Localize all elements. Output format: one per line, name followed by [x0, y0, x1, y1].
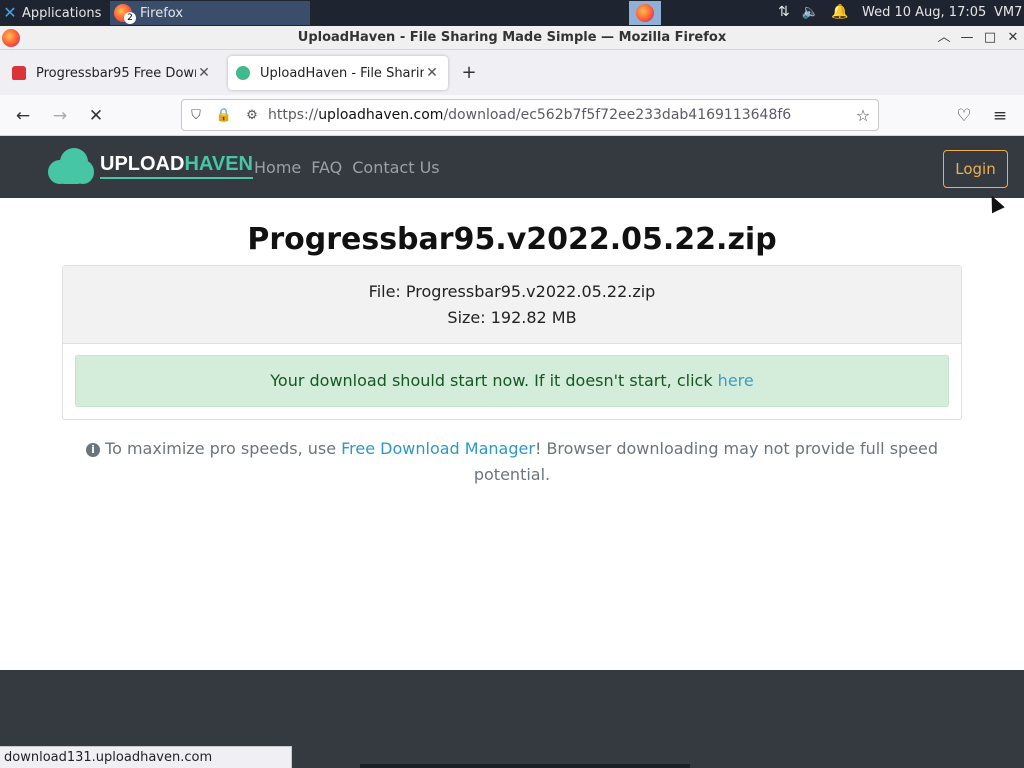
clock[interactable]: Wed 10 Aug, 17:05: [862, 5, 986, 20]
close-tab-icon[interactable]: ✕: [424, 65, 440, 81]
stop-loading-icon[interactable]: ✕: [83, 103, 109, 129]
maximize-icon[interactable]: □: [980, 28, 1000, 48]
nav-home-link[interactable]: Home: [254, 158, 301, 177]
applications-label: Applications: [22, 5, 102, 21]
volume-icon[interactable]: 🔈: [802, 4, 819, 20]
site-header: UPLOADHAVEN Home FAQ Contact Us Login: [0, 136, 1024, 198]
shade-window-icon[interactable]: ︿: [934, 28, 954, 48]
web-page: UPLOADHAVEN Home FAQ Contact Us Login Pr…: [0, 136, 1024, 768]
window-count-badge: 2: [124, 12, 136, 24]
tab-label: Progressbar95 Free Download: [36, 65, 196, 81]
close-tab-icon[interactable]: ✕: [196, 65, 212, 81]
desktop-taskbar: ✕ Applications 2 Firefox ⇅ 🔈 🔔 Wed 10 Au…: [0, 0, 1024, 26]
download-alert: Your download should start now. If it do…: [75, 355, 949, 407]
footer-divider: [360, 764, 690, 768]
download-here-link[interactable]: here: [718, 371, 754, 390]
nav-contact-link[interactable]: Contact Us: [352, 158, 439, 177]
firefox-icon: 2: [114, 4, 136, 24]
system-tray: ⇅ 🔈 🔔: [778, 4, 849, 20]
lock-favicon-icon: [12, 66, 26, 80]
window-title: UploadHaven - File Sharing Made Simple —…: [297, 30, 727, 45]
cloud-logo-icon: [46, 146, 94, 186]
pocket-icon[interactable]: ♡: [951, 103, 977, 129]
alert-text: Your download should start now. If it do…: [270, 371, 718, 390]
tab-uploadhaven[interactable]: UploadHaven - File Sharing Made Simple ✕: [228, 56, 448, 90]
bookmark-star-icon[interactable]: ☆: [848, 106, 878, 125]
tab-strip: Progressbar95 Free Download ✕ UploadHave…: [0, 50, 1024, 95]
forward-icon[interactable]: →: [47, 103, 73, 129]
file-name-line: File: Progressbar95.v2022.05.22.zip: [368, 282, 656, 301]
tab-progressbar95[interactable]: Progressbar95 Free Download ✕: [4, 56, 220, 90]
network-icon[interactable]: ⇅: [778, 4, 790, 20]
tab-label: UploadHaven - File Sharing Made Simple: [260, 65, 424, 81]
url-bar[interactable]: ⛉ 🔒 ⚙ https://uploadhaven.com/download/e…: [181, 99, 879, 131]
close-window-icon[interactable]: ✕: [1003, 28, 1023, 48]
url-text[interactable]: https://uploadhaven.com/download/ec562b7…: [266, 107, 848, 123]
notification-bell-icon[interactable]: 🔔: [831, 4, 848, 20]
xfce-icon: ✕: [3, 3, 17, 22]
tip-text-after: ! Browser downloading may not provide fu…: [473, 439, 939, 484]
download-card: File: Progressbar95.v2022.05.22.zip Size…: [62, 265, 962, 420]
uploadhaven-logo[interactable]: UPLOADHAVEN: [46, 146, 253, 186]
taskbar-window-label: Firefox: [140, 5, 184, 21]
nav-faq-link[interactable]: FAQ: [311, 158, 342, 177]
permissions-icon[interactable]: ⚙: [238, 108, 266, 123]
user-label[interactable]: VM7: [994, 5, 1022, 20]
file-size-line: Size: 192.82 MB: [447, 308, 577, 327]
speed-tip: i To maximize pro speeds, use Free Downl…: [62, 436, 962, 488]
logo-text-haven: HAVEN: [184, 153, 253, 175]
login-button[interactable]: Login: [943, 150, 1008, 188]
firefox-icon: [636, 4, 654, 22]
info-icon: i: [85, 443, 100, 457]
logo-text-upload: UPLOAD: [100, 153, 185, 175]
navigation-toolbar: ← → ✕ ⛉ 🔒 ⚙ https://uploadhaven.com/down…: [0, 95, 1024, 136]
minimize-icon[interactable]: —: [957, 28, 977, 48]
site-nav: Home FAQ Contact Us: [254, 158, 440, 177]
applications-menu[interactable]: ✕ Applications: [2, 3, 101, 23]
hamburger-menu-icon[interactable]: ≡: [987, 103, 1013, 129]
back-icon[interactable]: ←: [10, 103, 36, 129]
tip-text-before: To maximize pro speeds, use: [99, 439, 342, 458]
free-download-manager-link[interactable]: Free Download Manager: [341, 439, 535, 458]
file-title: Progressbar95.v2022.05.22.zip: [247, 222, 777, 257]
link-status-bar: download131.uploadhaven.com: [0, 746, 292, 768]
file-info: File: Progressbar95.v2022.05.22.zip Size…: [63, 266, 961, 344]
taskbar-launcher-firefox[interactable]: [629, 1, 661, 25]
taskbar-window-firefox[interactable]: 2 Firefox: [110, 1, 310, 25]
window-titlebar: UploadHaven - File Sharing Made Simple —…: [0, 26, 1024, 50]
lock-icon[interactable]: 🔒: [210, 108, 238, 123]
uploadhaven-favicon-icon: [236, 66, 250, 80]
shield-icon[interactable]: ⛉: [182, 108, 210, 123]
new-tab-icon[interactable]: +: [458, 62, 480, 84]
